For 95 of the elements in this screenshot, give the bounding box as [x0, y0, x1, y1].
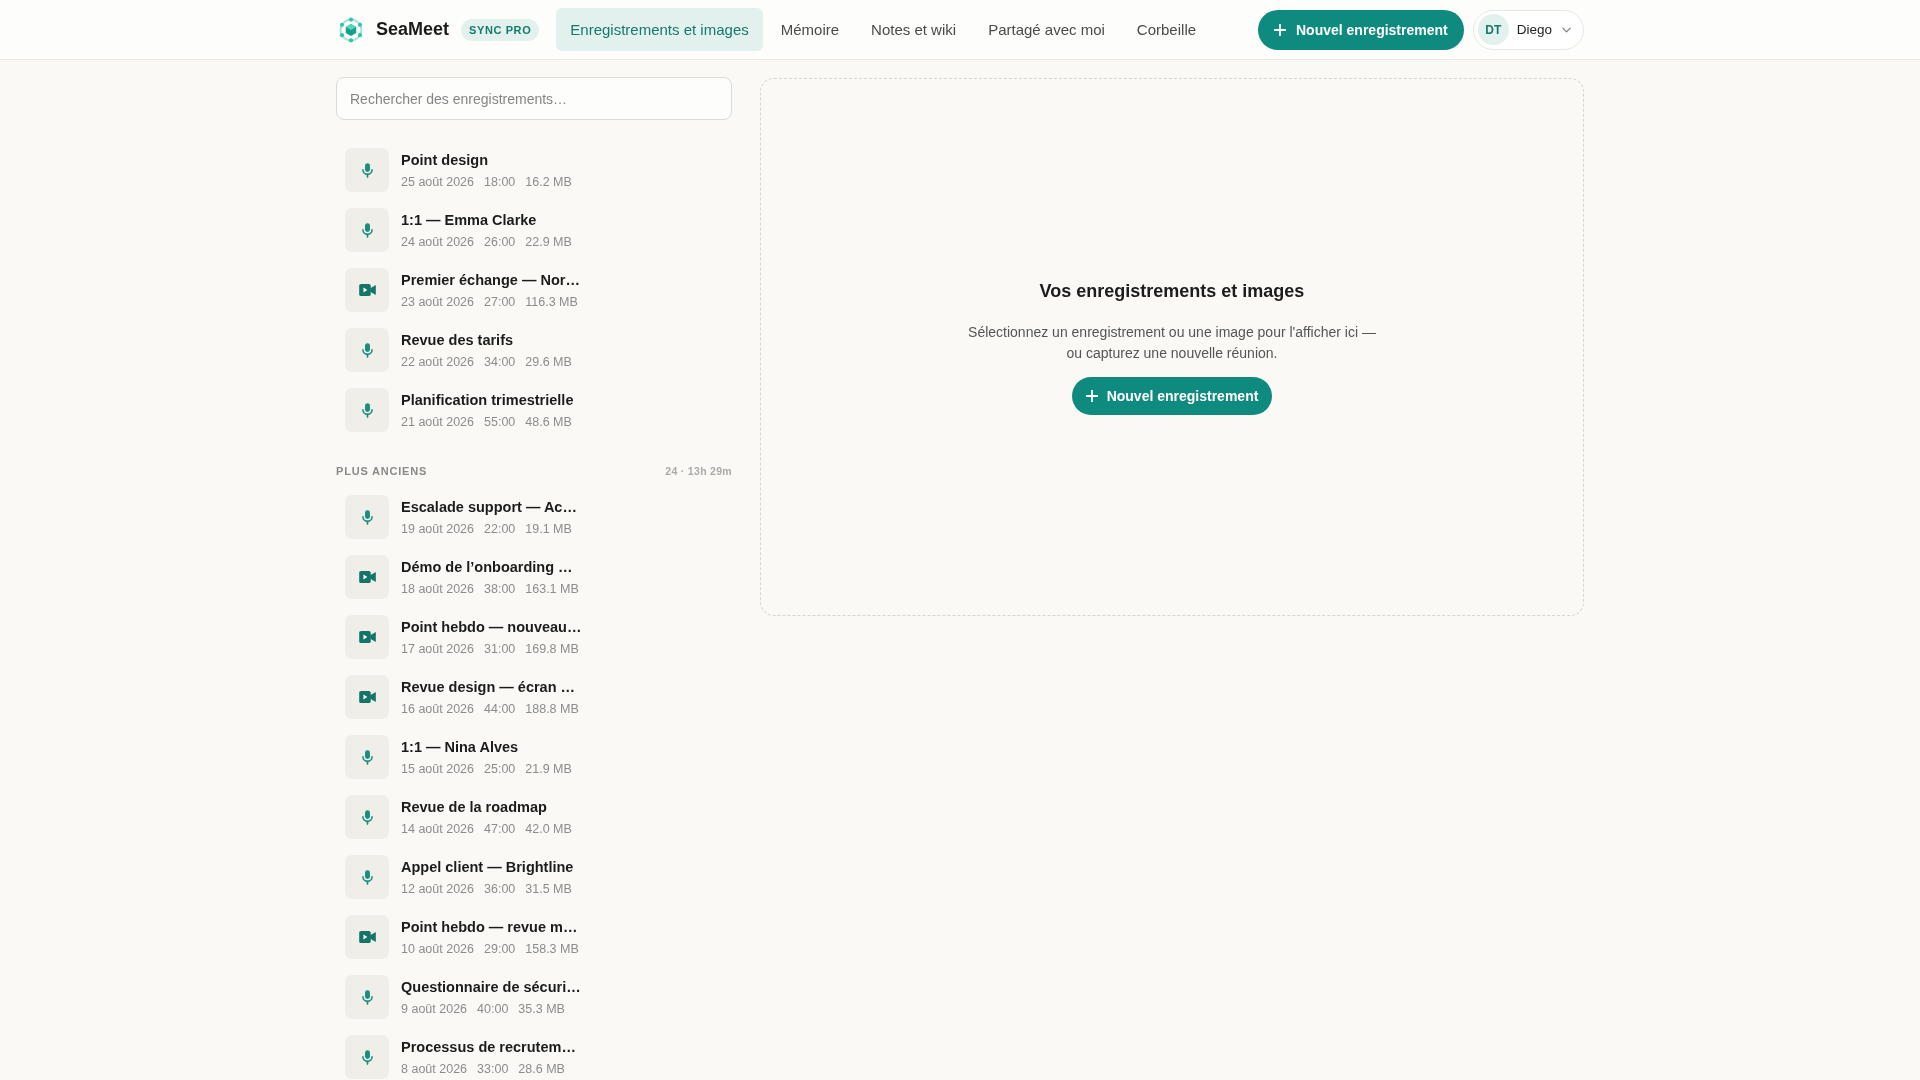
plus-icon: [1274, 23, 1286, 36]
recording-date: 25 août 2026: [401, 174, 474, 190]
microphone-icon: [345, 855, 389, 899]
recording-duration: 25:00: [484, 761, 516, 777]
recording-duration: 47:00: [484, 821, 516, 837]
recording-title[interactable]: Revue des tarifs: [401, 331, 572, 349]
recording-title[interactable]: Questionnaire de sécuri…: [401, 978, 581, 996]
recording-size: 116.3 MB: [525, 294, 578, 310]
user-avatar: DT: [1477, 14, 1509, 45]
recording-title[interactable]: Point hebdo — nouveau…: [401, 618, 582, 636]
section-heading: PLUS ANCIENS: [336, 464, 428, 479]
recording-title[interactable]: 1:1 — Emma Clarke: [401, 211, 572, 229]
microphone-icon: [345, 1035, 389, 1079]
empty-state-text: Sélectionnez un enregistrement ou une image pour l'afficher ici — ou capturez une nouvelle réunion.: [967, 322, 1377, 363]
recording-size: 163.1 MB: [525, 581, 579, 597]
recording-date: 24 août 2026: [401, 234, 474, 250]
microphone-icon: [345, 208, 389, 252]
video-camera-icon: [345, 915, 389, 959]
recording-duration: 40:00: [477, 1001, 509, 1017]
video-camera-icon: [345, 615, 389, 659]
recording-date: 21 août 2026: [401, 414, 474, 430]
recording-title[interactable]: Démo de l’onboarding …: [401, 558, 579, 576]
recording-date: 9 août 2026: [401, 1001, 468, 1017]
nav-tab[interactable]: Enregistrements et images: [556, 8, 763, 51]
microphone-icon: [345, 388, 389, 432]
recording-size: 42.0 MB: [525, 821, 572, 837]
search-field[interactable]: Rechercher des enregistrements…: [336, 77, 732, 120]
recording-size: 28.6 MB: [518, 1061, 565, 1077]
empty-state-title: Vos enregistrements et images: [1039, 279, 1305, 302]
microphone-icon: [345, 795, 389, 839]
recording-size: 35.3 MB: [518, 1001, 565, 1017]
recording-title[interactable]: Escalade support — Ac…: [401, 498, 577, 516]
recording-title[interactable]: Revue de la roadmap: [401, 798, 572, 816]
recording-size: 19.1 MB: [525, 521, 572, 537]
recording-date: 23 août 2026: [401, 294, 474, 310]
recording-duration: 55:00: [484, 414, 516, 430]
recording-date: 22 août 2026: [401, 354, 474, 370]
nav-tab[interactable]: Notes et wiki: [857, 8, 971, 51]
chevron-down-icon: [1562, 26, 1571, 33]
recording-duration: 33:00: [477, 1061, 509, 1077]
recording-date: 19 août 2026: [401, 521, 474, 537]
recording-duration: 36:00: [484, 881, 516, 897]
recording-title[interactable]: Planification trimestrielle: [401, 391, 574, 409]
new-recording-button[interactable]: Nouvel enregistrement: [1071, 376, 1273, 415]
recording-size: 16.2 MB: [525, 174, 572, 190]
recording-duration: 26:00: [484, 234, 516, 250]
recording-duration: 31:00: [484, 641, 516, 657]
recording-title[interactable]: Point hebdo — revue m…: [401, 918, 579, 936]
recording-date: 17 août 2026: [401, 641, 474, 657]
recording-size: 48.6 MB: [525, 414, 572, 430]
section-summary: 24 · 13h 29m: [665, 464, 732, 479]
recording-date: 8 août 2026: [401, 1061, 468, 1077]
recording-title[interactable]: Point design: [401, 151, 572, 169]
recording-duration: 22:00: [484, 521, 516, 537]
plus-icon: [1085, 389, 1098, 402]
new-recording-button[interactable]: Nouvel enregistrement: [1258, 9, 1464, 50]
microphone-icon: [345, 148, 389, 192]
recording-date: 10 août 2026: [401, 941, 474, 957]
recording-date: 18 août 2026: [401, 581, 474, 597]
recording-duration: 34:00: [484, 354, 516, 370]
microphone-icon: [345, 975, 389, 1019]
recording-title[interactable]: Revue design — écran …: [401, 678, 579, 696]
recording-size: 169.8 MB: [525, 641, 579, 657]
video-camera-icon: [345, 675, 389, 719]
recording-duration: 27:00: [484, 294, 516, 310]
microphone-icon: [345, 495, 389, 539]
app-name: SeaMeet: [376, 19, 450, 40]
recording-size: 22.9 MB: [525, 234, 572, 250]
microphone-icon: [345, 328, 389, 372]
recording-duration: 38:00: [484, 581, 516, 597]
hexagon-logo-icon: [338, 16, 364, 43]
recording-date: 14 août 2026: [401, 821, 474, 837]
video-camera-icon: [345, 555, 389, 599]
recording-size: 188.8 MB: [525, 701, 579, 717]
recording-duration: 18:00: [484, 174, 516, 190]
nav-tab[interactable]: Partagé avec moi: [974, 8, 1119, 51]
recording-size: 21.9 MB: [525, 761, 572, 777]
video-camera-icon: [345, 268, 389, 312]
recording-size: 29.6 MB: [525, 354, 572, 370]
recording-duration: 44:00: [484, 701, 516, 717]
recording-date: 12 août 2026: [401, 881, 474, 897]
recording-title[interactable]: Processus de recrutem…: [401, 1038, 576, 1056]
recording-size: 158.3 MB: [525, 941, 579, 957]
recording-size: 31.5 MB: [525, 881, 572, 897]
recording-date: 15 août 2026: [401, 761, 474, 777]
user-menu-button[interactable]: DT Diego: [1472, 9, 1584, 50]
recording-title[interactable]: Premier échange — Nor…: [401, 271, 580, 289]
microphone-icon: [345, 735, 389, 779]
recording-duration: 29:00: [484, 941, 516, 957]
recording-date: 16 août 2026: [401, 701, 474, 717]
nav-tab[interactable]: Corbeille: [1122, 8, 1211, 51]
plan-badge: SYNC PRO: [461, 18, 540, 41]
nav-tab[interactable]: Mémoire: [766, 8, 854, 51]
recording-title[interactable]: Appel client — Brightline: [401, 858, 574, 876]
recording-title[interactable]: 1:1 — Nina Alves: [401, 738, 572, 756]
